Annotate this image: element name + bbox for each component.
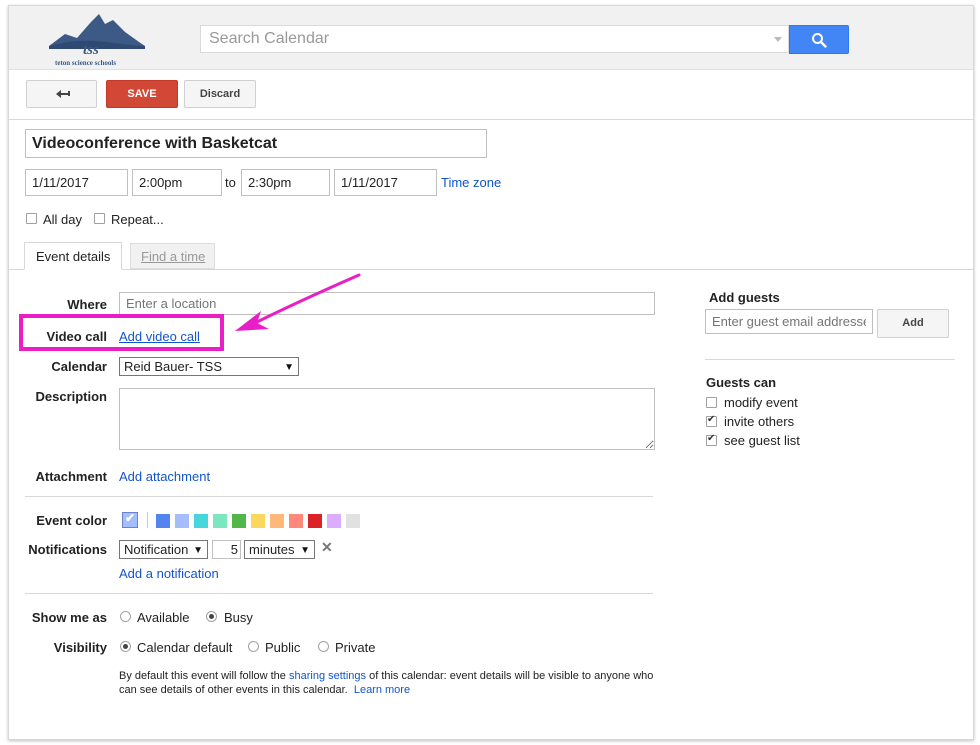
see-guest-list-checkbox[interactable] [706,433,717,446]
available-label: Available [137,610,190,625]
toolbar-divider [9,119,973,120]
search-button[interactable] [789,25,849,54]
start-time-input[interactable] [132,169,222,196]
search-options-chevron-icon[interactable] [774,37,782,42]
sharing-settings-link[interactable]: sharing settings [289,670,366,682]
details-divider-2 [25,593,653,594]
tab-find-a-time[interactable]: Find a time [130,243,215,269]
search-box [200,25,789,53]
notifications-label: Notifications [28,542,107,557]
color-separator [147,512,148,528]
calendar-select[interactable]: Reid Bauer- TSS ▼ [119,357,299,376]
time-zone-link[interactable]: Time zone [441,175,501,190]
add-notification-link[interactable]: Add a notification [119,566,219,581]
calendar-window: tss teton science schools SAVE Discard t… [8,5,974,740]
visibility-public-radio[interactable] [248,641,259,652]
event-color-swatch[interactable] [346,514,360,528]
notification-unit-select[interactable]: minutes ▼ [244,540,315,559]
tabs-divider [9,269,973,270]
calendar-select-value: Reid Bauer- TSS [124,359,223,374]
add-guest-button[interactable]: Add [877,309,949,338]
footnote-line2: can see details of other events in this … [119,684,348,696]
repeat-checkbox[interactable] [94,213,105,224]
event-color-default-swatch[interactable]: ✔ [122,511,138,528]
to-label: to [225,175,236,190]
visibility-default-label: Calendar default [137,640,233,655]
visibility-public-label: Public [265,640,301,655]
all-day-checkbox[interactable] [26,213,37,224]
start-date-input[interactable] [25,169,128,196]
see-guest-list-label: see guest list [724,433,800,448]
invite-others-checkbox[interactable] [706,414,717,427]
search-icon [812,33,827,48]
annotation-arrow-icon [235,273,361,331]
event-color-swatch[interactable] [308,514,322,528]
guests-divider [705,359,955,360]
calendar-select-chevron-icon: ▼ [284,362,294,373]
modify-event-checkbox[interactable] [706,397,717,408]
invite-others-label: invite others [724,414,795,429]
description-textarea[interactable] [119,388,655,450]
attachment-label: Attachment [35,469,107,484]
event-color-swatch[interactable] [156,514,170,528]
back-button[interactable] [26,80,97,108]
where-label: Where [67,297,107,312]
visibility-footnote: By default this event will follow the sh… [119,669,664,697]
event-title-input[interactable] [25,129,487,158]
search-input[interactable] [201,26,777,52]
logo-text: tss [83,42,99,58]
visibility-label: Visibility [53,640,107,655]
event-color-label: Event color [36,513,107,528]
footnote-prefix: By default this event will follow the [119,670,289,682]
notification-type-select[interactable]: Notification ▼ [119,540,208,559]
tab-event-details[interactable]: Event details [24,242,122,270]
description-label: Description [35,389,107,404]
footnote-mid: of this calendar: event details will be … [366,670,654,682]
tss-logo[interactable]: tss teton science schools [47,12,147,68]
calendar-label: Calendar [51,359,107,374]
event-color-swatch[interactable] [194,514,208,528]
details-divider-1 [25,496,653,497]
remove-notification-close-icon[interactable]: ✕ [321,539,333,556]
add-attachment-link[interactable]: Add attachment [119,469,210,484]
all-day-label: All day [43,212,83,227]
event-color-swatch[interactable] [175,514,189,528]
save-button[interactable]: SAVE [106,80,178,108]
busy-label: Busy [224,610,253,625]
back-arrow-icon [56,90,70,98]
show-me-as-label: Show me as [31,610,107,625]
available-radio[interactable] [120,611,131,622]
visibility-private-label: Private [335,640,376,655]
event-color-swatch[interactable] [270,514,284,528]
notification-amount-input[interactable] [212,540,241,559]
repeat-label: Repeat... [111,212,164,227]
visibility-default-radio[interactable] [120,641,131,652]
learn-more-link[interactable]: Learn more [354,684,410,696]
end-date-input[interactable] [334,169,437,196]
discard-button[interactable]: Discard [184,80,256,108]
end-time-input[interactable] [241,169,330,196]
busy-radio[interactable] [206,611,217,622]
notification-unit-chevron-icon: ▼ [300,545,310,556]
notification-type-chevron-icon: ▼ [193,545,203,556]
app-header: tss teton science schools [9,6,973,70]
highlight-box [19,314,224,351]
event-color-swatch[interactable] [251,514,265,528]
logo-subtext: teton science schools [55,59,117,67]
guest-email-input[interactable] [705,309,873,334]
notification-unit-value: minutes [249,542,295,557]
checkmark-icon: ✔ [125,511,136,525]
add-guests-label: Add guests [709,290,780,305]
tab-find-a-time-label: Find a time [141,249,206,264]
tab-event-details-label: Event details [36,249,111,264]
event-color-swatch[interactable] [232,514,246,528]
modify-event-label: modify event [724,395,798,410]
event-color-swatch[interactable] [213,514,227,528]
notification-type-value: Notification [124,542,189,557]
event-color-swatch[interactable] [289,514,303,528]
event-color-swatch[interactable] [327,514,341,528]
visibility-private-radio[interactable] [318,641,329,652]
location-input[interactable] [119,292,655,315]
guests-can-label: Guests can [706,375,777,390]
